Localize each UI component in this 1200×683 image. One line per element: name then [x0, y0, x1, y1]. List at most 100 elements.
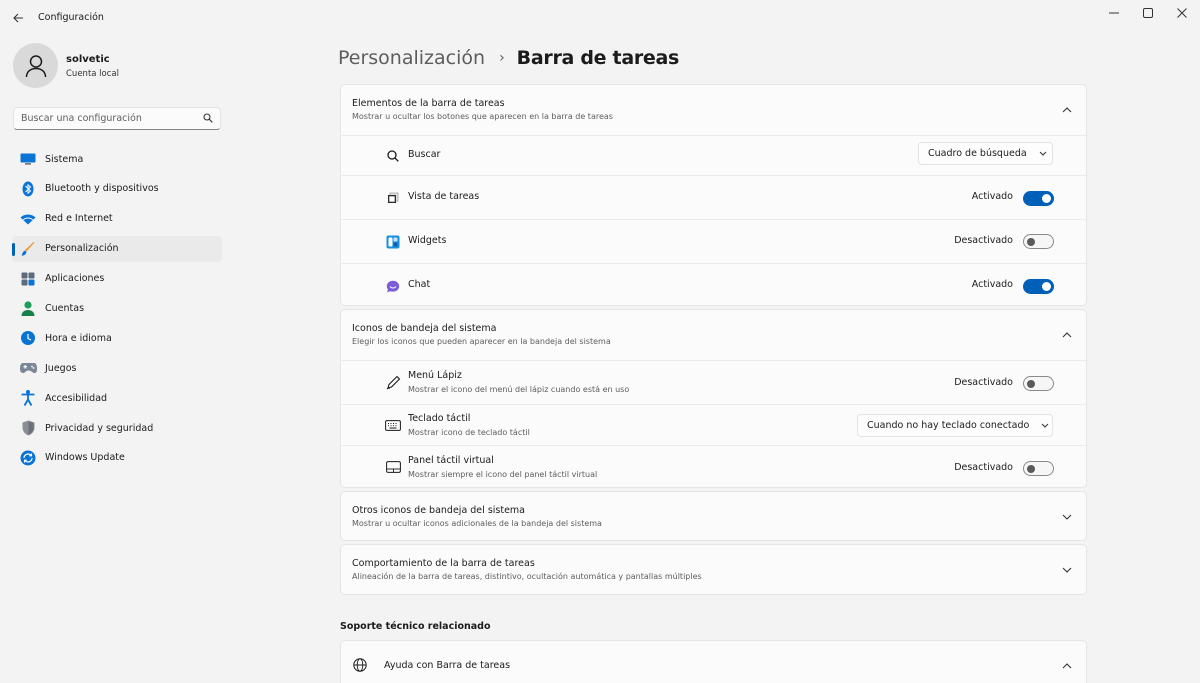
chevron-down-icon[interactable]: [1060, 563, 1074, 577]
row-menu-lapiz: Menú Lápiz Mostrar el icono del menú del…: [341, 360, 1086, 404]
chevron-up-icon[interactable]: [1060, 328, 1074, 342]
touchpad-toggle[interactable]: [1023, 461, 1054, 476]
dropdown-value: Cuando no hay teclado conectado: [867, 420, 1030, 431]
tray-icons-card: Iconos de bandeja del sistema Elegir los…: [340, 309, 1087, 488]
sidebar-item-label: Sistema: [45, 153, 84, 165]
widgets-toggle[interactable]: [1023, 234, 1054, 249]
breadcrumb-separator: ›: [499, 50, 505, 66]
taskbar-items-header[interactable]: Elementos de la barra de tareas Mostrar …: [341, 85, 1086, 135]
row-label: Vista de tareas: [408, 191, 480, 202]
breadcrumb-parent[interactable]: Personalización: [338, 47, 485, 69]
sidebar-item-label: Hora e idioma: [45, 332, 112, 344]
sidebar-item-privacidad[interactable]: Privacidad y seguridad: [12, 415, 222, 441]
card-title: Otros iconos de bandeja del sistema: [352, 505, 525, 516]
sidebar-item-windows-update[interactable]: Windows Update: [12, 445, 222, 471]
sidebar-item-label: Aplicaciones: [45, 273, 105, 285]
update-icon: [19, 450, 37, 466]
chevron-up-icon[interactable]: [1060, 103, 1074, 117]
sidebar-item-label: Juegos: [45, 362, 77, 374]
chevron-down-icon: [1039, 151, 1047, 156]
row-panel-tactil: Panel táctil virtual Mostrar siempre el …: [341, 445, 1086, 487]
toggle-state: Desactivado: [954, 235, 1013, 246]
touch-keyboard-dropdown[interactable]: Cuando no hay teclado conectado: [857, 414, 1053, 437]
globe-icon: [353, 658, 367, 672]
pen-icon: [385, 374, 401, 390]
row-vista-de-tareas: Vista de tareas Activado: [341, 175, 1086, 219]
card-title: Comportamiento de la barra de tareas: [352, 558, 535, 569]
sidebar-item-label: Personalización: [45, 243, 119, 255]
clock-globe-icon: [19, 330, 37, 346]
back-button[interactable]: [8, 8, 28, 28]
back-arrow-icon: [12, 13, 23, 23]
sidebar-item-accesibilidad[interactable]: Accesibilidad: [12, 385, 222, 411]
person-icon: [19, 300, 37, 316]
shield-icon: [19, 420, 37, 436]
user-name: solvetic: [66, 54, 110, 65]
sidebar-item-bluetooth[interactable]: Bluetooth y dispositivos: [12, 176, 222, 202]
minimize-button[interactable]: [1096, 4, 1132, 22]
dropdown-value: Cuadro de búsqueda: [928, 148, 1027, 159]
sidebar-item-label: Cuentas: [45, 302, 85, 314]
touchpad-icon: [385, 459, 401, 475]
app-title: Configuración: [38, 12, 104, 23]
card-subtitle: Mostrar u ocultar iconos adicionales de …: [352, 519, 602, 528]
sidebar-item-label: Red e Internet: [45, 213, 113, 225]
search-mode-dropdown[interactable]: Cuadro de búsqueda: [918, 142, 1053, 165]
card-subtitle: Mostrar u ocultar los botones que aparec…: [352, 112, 613, 121]
row-teclado-tactil: Teclado táctil Mostrar icono de teclado …: [341, 404, 1086, 445]
other-tray-icons-header[interactable]: Otros iconos de bandeja del sistema Most…: [341, 492, 1086, 540]
chevron-down-icon[interactable]: [1060, 510, 1074, 524]
bluetooth-icon: [19, 181, 37, 197]
sidebar-item-aplicaciones[interactable]: Aplicaciones: [12, 266, 222, 292]
search-icon[interactable]: [203, 113, 213, 123]
task-view-icon: [385, 190, 401, 206]
search-input[interactable]: [14, 108, 194, 129]
sidebar-item-label: Bluetooth y dispositivos: [45, 183, 159, 195]
row-description: Mostrar siempre el icono del panel tácti…: [408, 470, 598, 479]
user-profile[interactable]: solvetic Cuenta local: [13, 43, 213, 89]
settings-search[interactable]: [13, 107, 221, 130]
toggle-state: Desactivado: [954, 462, 1013, 473]
page-title: Barra de tareas: [516, 47, 680, 69]
sidebar-item-red[interactable]: Red e Internet: [12, 206, 222, 232]
avatar: [13, 43, 58, 88]
other-tray-icons-card[interactable]: Otros iconos de bandeja del sistema Most…: [340, 491, 1087, 541]
sidebar-item-hora[interactable]: Hora e idioma: [12, 325, 222, 351]
wifi-icon: [19, 211, 37, 227]
sidebar-item-juegos[interactable]: Juegos: [12, 355, 222, 381]
sidebar-nav: Sistema Bluetooth y dispositivos Red e I…: [12, 146, 222, 475]
taskbar-items-card: Elementos de la barra de tareas Mostrar …: [340, 84, 1087, 306]
chevron-down-icon: [1041, 423, 1049, 428]
chat-toggle[interactable]: [1023, 279, 1054, 294]
task-view-toggle[interactable]: [1023, 191, 1054, 206]
help-taskbar-card[interactable]: Ayuda con Barra de tareas: [340, 640, 1087, 683]
sidebar-item-label: Windows Update: [45, 452, 125, 464]
help-taskbar-label: Ayuda con Barra de tareas: [384, 660, 511, 671]
pen-menu-toggle[interactable]: [1023, 376, 1054, 391]
sidebar-item-cuentas[interactable]: Cuentas: [12, 295, 222, 321]
sidebar-item-personalizacion[interactable]: Personalización: [12, 235, 222, 262]
taskbar-behavior-header[interactable]: Comportamiento de la barra de tareas Ali…: [341, 545, 1086, 594]
user-avatar-icon: [25, 54, 46, 77]
card-subtitle: Elegir los iconos que pueden aparecer en…: [352, 337, 611, 346]
chevron-up-icon[interactable]: [1060, 659, 1074, 673]
card-title: Iconos de bandeja del sistema: [352, 323, 497, 334]
close-button[interactable]: [1164, 4, 1200, 22]
row-buscar: Buscar Cuadro de búsqueda: [341, 135, 1086, 175]
apps-icon: [19, 271, 37, 287]
account-type: Cuenta local: [66, 69, 119, 79]
brush-icon: [19, 241, 37, 257]
minimize-icon: [1109, 12, 1119, 14]
card-title: Elementos de la barra de tareas: [352, 98, 505, 109]
row-description: Mostrar el icono del menú del lápiz cuan…: [408, 385, 630, 394]
monitor-icon: [19, 151, 37, 167]
chat-icon: [385, 278, 401, 294]
sidebar-item-sistema[interactable]: Sistema: [12, 146, 222, 172]
row-label: Teclado táctil: [408, 413, 471, 424]
toggle-state: Activado: [971, 191, 1013, 202]
taskbar-behavior-card[interactable]: Comportamiento de la barra de tareas Ali…: [340, 544, 1087, 595]
tray-icons-header[interactable]: Iconos de bandeja del sistema Elegir los…: [341, 310, 1086, 360]
close-icon: [1177, 8, 1187, 18]
card-subtitle: Alineación de la barra de tareas, distin…: [352, 572, 702, 581]
maximize-button[interactable]: [1130, 4, 1166, 22]
